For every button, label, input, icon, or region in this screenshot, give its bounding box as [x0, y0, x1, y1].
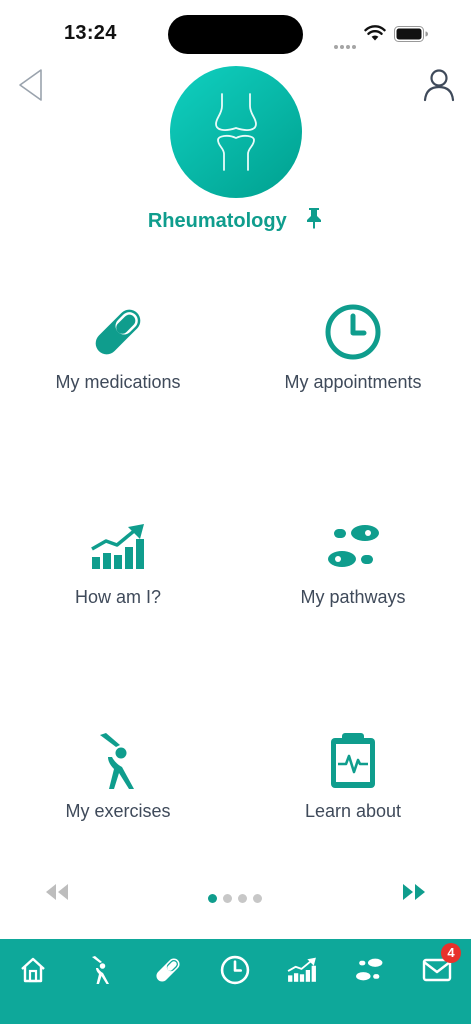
dynamic-island: [168, 15, 303, 54]
specialty-title: Rheumatology: [147, 210, 287, 232]
tile-my-appointments[interactable]: My appointments: [235, 300, 471, 393]
battery-icon: [394, 26, 428, 42]
signal-icon: [334, 36, 358, 54]
footprints-icon: [328, 525, 379, 567]
bottom-navigation: [0, 939, 471, 1024]
tile-label: Learn about: [304, 801, 402, 821]
status-time: 13:24: [64, 22, 117, 44]
tile-my-medications[interactable]: My medications: [0, 300, 236, 393]
home-icon: [21, 957, 45, 983]
tile-my-exercises[interactable]: My exercises: [0, 729, 236, 822]
nav-medications[interactable]: [151, 953, 185, 987]
page-dot[interactable]: [238, 894, 247, 903]
tile-my-pathways[interactable]: My pathways: [235, 515, 471, 608]
pill-icon: [95, 309, 141, 355]
page-dot[interactable]: [223, 894, 232, 903]
tile-label: My exercises: [65, 801, 171, 821]
page-dot[interactable]: [253, 894, 262, 903]
knee-joint-icon: [215, 93, 257, 171]
mail-badge: 4: [441, 943, 461, 963]
exercise-icon: [92, 956, 109, 984]
clock-icon: [220, 955, 250, 985]
page-indicator: [208, 890, 268, 908]
previous-page-button[interactable]: [44, 882, 70, 902]
nav-home[interactable]: [16, 953, 50, 987]
status-bar: 13:24: [0, 0, 471, 66]
nav-pathways[interactable]: [352, 953, 386, 987]
chart-icon: [287, 957, 316, 982]
pill-icon: [156, 958, 180, 982]
nav-how-am-i[interactable]: [285, 953, 319, 987]
specialty-header: Rheumatology: [0, 207, 471, 237]
stretching-person-icon: [100, 733, 134, 789]
tile-label: My pathways: [300, 587, 406, 607]
page-dot-active[interactable]: [208, 894, 217, 903]
tile-how-am-i[interactable]: How am I?: [0, 515, 236, 608]
back-button[interactable]: [16, 68, 48, 102]
footprints-icon: [356, 958, 383, 981]
clipboard-heartbeat-icon: [331, 733, 375, 788]
profile-button[interactable]: [421, 68, 457, 102]
chart-trend-icon: [91, 524, 144, 569]
tile-label: My appointments: [284, 372, 422, 392]
specialty-logo: [170, 66, 302, 198]
clock-icon: [325, 304, 381, 360]
nav-appointments[interactable]: [218, 953, 252, 987]
pin-icon[interactable]: [305, 207, 323, 229]
wifi-icon: [364, 25, 386, 41]
next-page-button[interactable]: [401, 882, 427, 902]
nav-exercises[interactable]: [84, 953, 118, 987]
tile-label: My medications: [55, 372, 181, 392]
tile-learn-about[interactable]: Learn about: [235, 729, 471, 822]
tile-label: How am I?: [74, 587, 162, 607]
